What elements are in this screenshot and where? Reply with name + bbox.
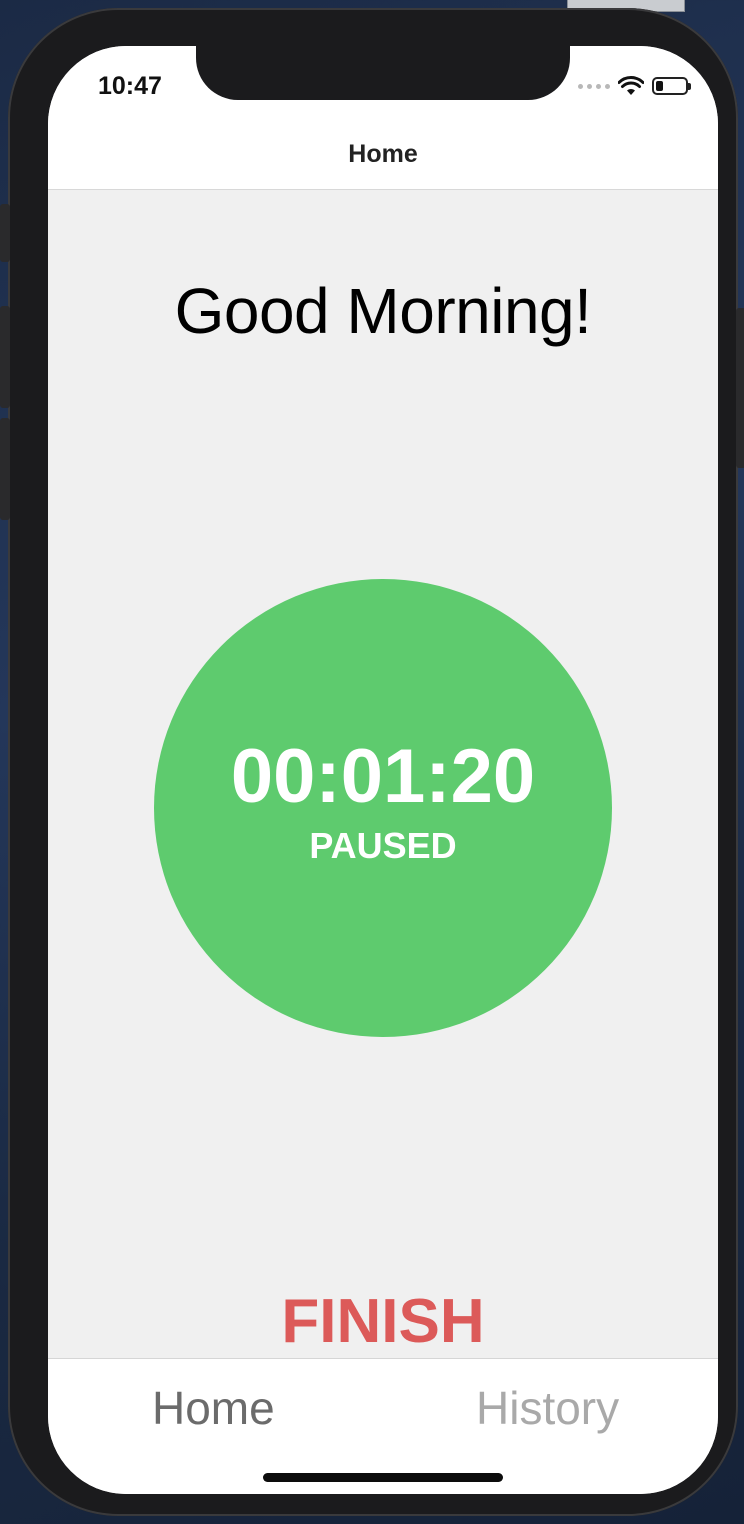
navigation-bar: Home [48, 138, 718, 190]
power-button [736, 308, 744, 468]
home-indicator [263, 1473, 503, 1482]
wifi-icon [618, 76, 644, 95]
greeting-text: Good Morning! [174, 275, 592, 347]
tab-history[interactable]: History [476, 1381, 619, 1435]
signal-dots-icon [578, 83, 610, 89]
app-screen: 10:47 Home Good Morning! 00:01:20 PAUSED… [48, 46, 718, 1494]
status-icons [578, 76, 691, 96]
volume-up-button [0, 306, 10, 408]
phone-frame: 10:47 Home Good Morning! 00:01:20 PAUSED… [0, 8, 744, 1516]
status-time: 10:47 [98, 72, 162, 100]
mute-switch [0, 204, 10, 262]
tab-bar: Home History [48, 1358, 718, 1494]
battery-fill [656, 81, 663, 91]
volume-down-button [0, 418, 10, 520]
battery-icon [652, 77, 691, 95]
status-bar: 10:47 [48, 46, 718, 138]
notch [196, 46, 570, 100]
timer-state: PAUSED [309, 825, 457, 866]
tab-home[interactable]: Home [152, 1381, 275, 1435]
nav-title: Home [348, 140, 418, 168]
finish-button[interactable]: FINISH [48, 1286, 718, 1357]
timer-value: 00:01:20 [230, 734, 536, 819]
timer-button[interactable]: 00:01:20 PAUSED [154, 579, 612, 1037]
